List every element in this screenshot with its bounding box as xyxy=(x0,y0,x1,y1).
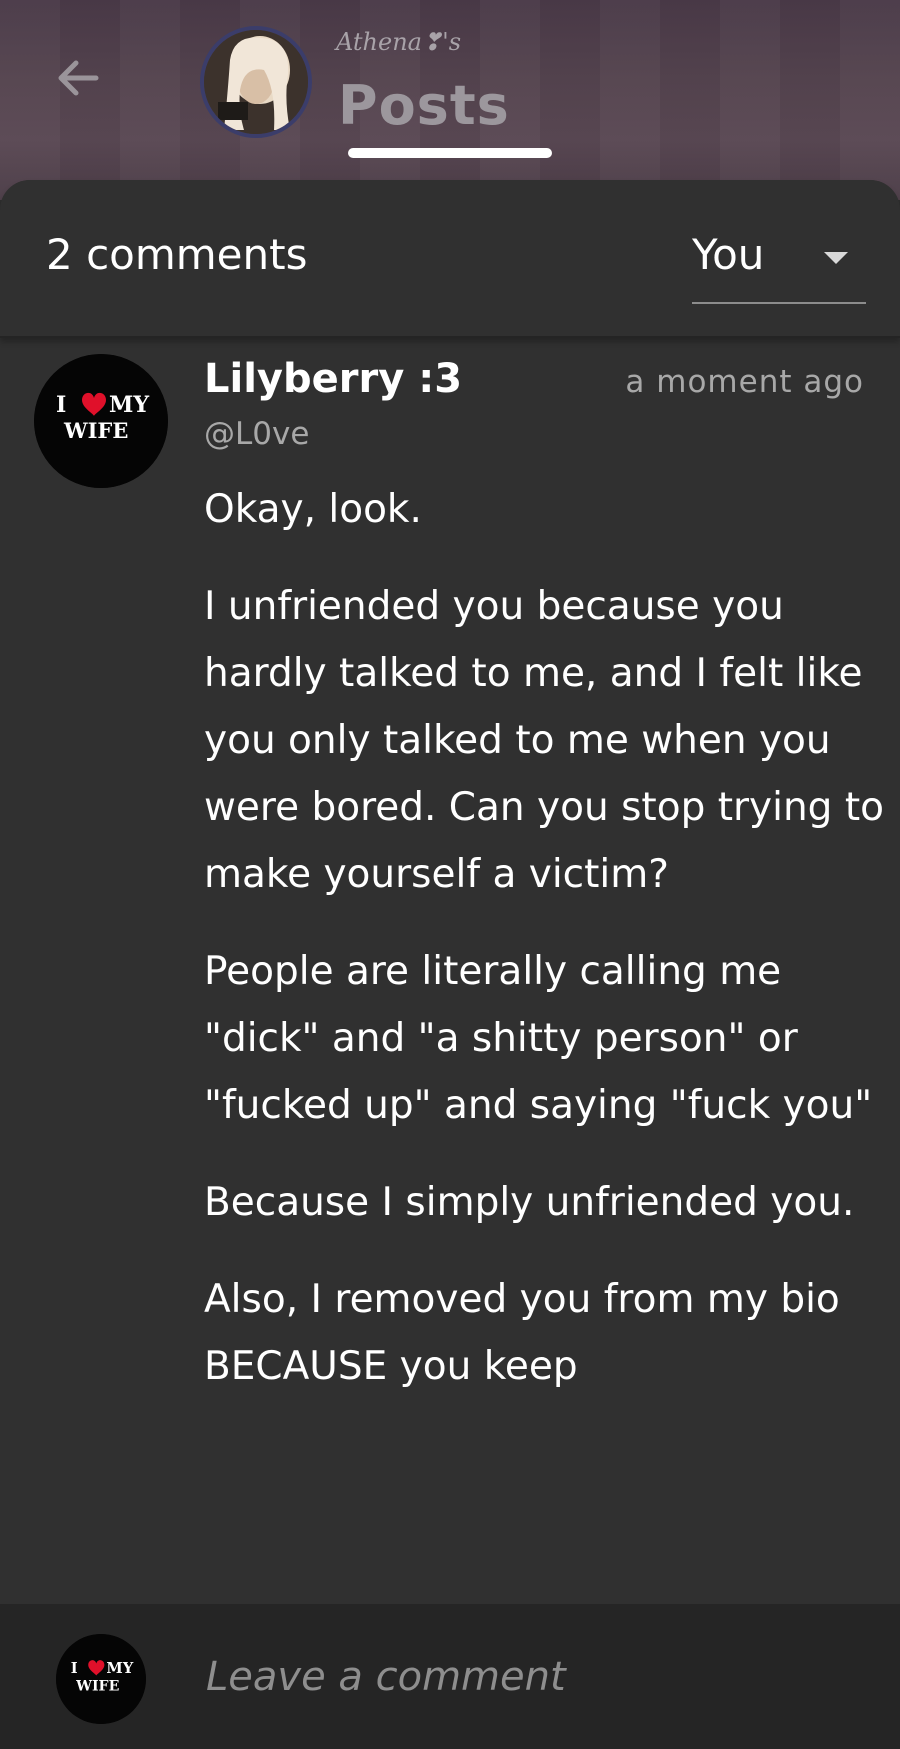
comment-composer: I MY WIFE xyxy=(0,1604,900,1749)
comment-input[interactable] xyxy=(204,1644,858,1710)
comment-paragraph: I unfriended you because you hardly talk… xyxy=(204,584,884,897)
i-love-my-wife-badge-icon: I MY WIFE xyxy=(34,354,168,488)
owner-avatar[interactable] xyxy=(200,26,312,138)
profile-owner-name: Athena❣'s xyxy=(336,28,462,56)
tab-indicator xyxy=(348,148,552,158)
badge-letter-i: I xyxy=(56,392,66,418)
comment-author-name[interactable]: Lilyberry :3 xyxy=(204,356,462,402)
comment-paragraph: Also, I removed you from my bio BECAUSE … xyxy=(204,1277,840,1389)
comment-body: Okay, look. I unfriended you because you… xyxy=(204,476,884,1430)
comment-sort-dropdown[interactable]: You xyxy=(692,224,866,304)
comment-author-avatar[interactable]: I MY WIFE xyxy=(34,354,168,488)
badge-word-my: MY xyxy=(106,1660,133,1677)
i-love-my-wife-badge-icon: I MY WIFE xyxy=(56,1634,146,1724)
comments-header: 2 comments You xyxy=(0,180,900,338)
comment-paragraph: Because I simply unfriended you. xyxy=(204,1180,855,1225)
chevron-down-icon xyxy=(824,252,848,264)
sort-selected-value: You xyxy=(692,230,765,279)
badge-word-my: MY xyxy=(109,392,149,418)
current-user-avatar[interactable]: I MY WIFE xyxy=(56,1634,146,1724)
badge-word-wife: WIFE xyxy=(63,418,128,443)
comment-paragraph: People are literally calling me "dick" a… xyxy=(204,949,873,1128)
comment-count: 2 comments xyxy=(46,230,308,279)
comments-sheet: 2 comments You I MY WIFE Lilyberry :3 a … xyxy=(0,180,900,1749)
comment-timestamp: a moment ago xyxy=(625,364,864,400)
page-title: Posts xyxy=(338,74,510,137)
badge-letter-i: I xyxy=(71,1660,78,1677)
badge-word-wife: WIFE xyxy=(75,1678,119,1694)
comment-paragraph: Okay, look. xyxy=(204,487,422,532)
arrow-left-icon[interactable] xyxy=(52,52,104,104)
comment-item: I MY WIFE Lilyberry :3 a moment ago @L0v… xyxy=(0,336,900,1596)
comment-author-handle[interactable]: @L0ve xyxy=(204,416,309,452)
